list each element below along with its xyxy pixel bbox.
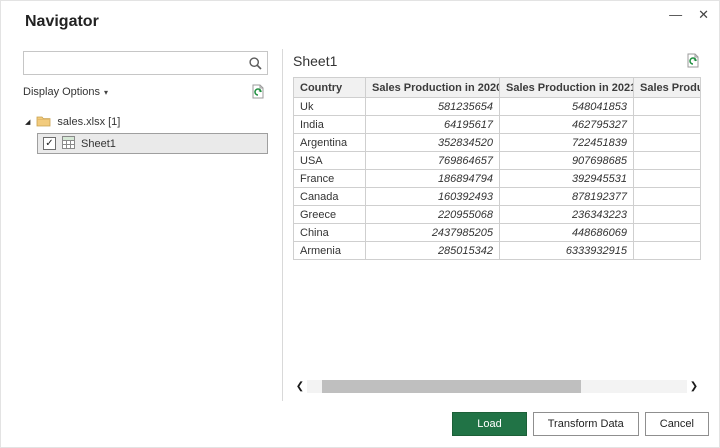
refresh-icon[interactable] <box>250 84 266 100</box>
value-cell: 392945531 <box>499 169 634 188</box>
value-cell: 6333932915 <box>499 241 634 260</box>
value-cell: 448686069 <box>499 223 634 242</box>
scroll-right-icon[interactable]: ❯ <box>687 379 701 394</box>
sheet1-checkbox[interactable]: ✓ <box>43 137 56 150</box>
search-input[interactable] <box>24 52 267 74</box>
scrollbar-track[interactable] <box>307 380 687 393</box>
display-options-label: Display Options <box>23 86 101 98</box>
minimize-icon[interactable]: — <box>669 7 682 23</box>
horizontal-scrollbar[interactable]: ❮ ❯ <box>293 379 701 394</box>
search-box <box>23 51 268 75</box>
close-icon[interactable]: ✕ <box>698 7 709 23</box>
table-row[interactable]: Uk 581235654 548041853 <box>293 97 700 116</box>
table-row[interactable]: India 64195617 462795327 <box>293 115 700 134</box>
country-cell: Greece <box>293 205 366 224</box>
value-cell <box>633 205 700 224</box>
table-row[interactable]: China 2437985205 448686069 <box>293 223 700 242</box>
search-icon[interactable] <box>248 56 263 71</box>
value-cell <box>633 223 700 242</box>
value-cell: 769864657 <box>365 151 500 170</box>
tree-item-workbook[interactable]: ◢ sales.xlsx [1] <box>23 112 268 132</box>
column-header[interactable]: Country <box>293 77 366 98</box>
value-cell: 186894794 <box>365 169 500 188</box>
value-cell <box>633 241 700 260</box>
country-cell: Armenia <box>293 241 366 260</box>
panel-divider <box>282 49 283 401</box>
chevron-down-icon: ▾ <box>104 87 109 97</box>
value-cell: 581235654 <box>365 97 500 116</box>
country-cell: Uk <box>293 97 366 116</box>
table-row[interactable]: Greece 220955068 236343223 <box>293 205 700 224</box>
value-cell: 907698685 <box>499 151 634 170</box>
transform-data-button[interactable]: Transform Data <box>532 412 639 436</box>
value-cell <box>633 97 700 116</box>
value-cell <box>633 169 700 188</box>
navigator-tree: ◢ sales.xlsx [1] ✓ Sheet1 <box>23 112 268 154</box>
collapse-expander-icon[interactable]: ◢ <box>25 118 30 126</box>
navigator-sidebar: Display Options ▾ ◢ sales.xlsx [1] ✓ She… <box>23 51 268 154</box>
navigator-dialog: Navigator — ✕ Display Options ▾ ◢ sales.… <box>0 0 720 448</box>
value-cell: 878192377 <box>499 187 634 206</box>
value-cell <box>633 151 700 170</box>
country-cell: India <box>293 115 366 134</box>
folder-icon <box>36 115 51 130</box>
preview-header: Sheet1 <box>293 53 701 69</box>
preview-panel: Sheet1 Country Sales Production in 2020 Sa… <box>293 53 701 260</box>
scrollbar-thumb[interactable] <box>322 380 581 393</box>
workbook-label: sales.xlsx [1] <box>57 116 121 128</box>
value-cell: 2437985205 <box>365 223 500 242</box>
options-row: Display Options ▾ <box>23 84 268 100</box>
value-cell: 160392493 <box>365 187 500 206</box>
value-cell <box>633 187 700 206</box>
table-row[interactable]: Canada 160392493 878192377 <box>293 187 700 206</box>
table-row[interactable]: USA 769864657 907698685 <box>293 151 700 170</box>
preview-title: Sheet1 <box>293 53 338 69</box>
page-title: Navigator <box>25 13 99 30</box>
value-cell: 236343223 <box>499 205 634 224</box>
load-button[interactable]: Load <box>452 412 527 436</box>
sheet1-label: Sheet1 <box>81 137 116 150</box>
value-cell: 64195617 <box>365 115 500 134</box>
cancel-button[interactable]: Cancel <box>644 412 709 436</box>
scroll-left-icon[interactable]: ❮ <box>293 379 307 394</box>
footer-buttons: Load Transform Data Cancel <box>452 412 709 436</box>
column-header[interactable]: Sales Production <box>633 77 700 98</box>
country-cell: France <box>293 169 366 188</box>
value-cell: 548041853 <box>499 97 634 116</box>
table-row[interactable]: Argentina 352834520 722451839 <box>293 133 700 152</box>
value-cell <box>633 115 700 134</box>
tree-item-sheet1[interactable]: ✓ Sheet1 <box>37 133 268 154</box>
header-row: Country Sales Production in 2020 Sales Pro… <box>293 77 700 98</box>
country-cell: Canada <box>293 187 366 206</box>
display-options-dropdown[interactable]: Display Options ▾ <box>23 86 108 98</box>
column-header[interactable]: Sales Production in 2021 <box>499 77 634 98</box>
refresh-preview-icon[interactable] <box>685 53 701 69</box>
preview-table-wrap: Country Sales Production in 2020 Sales Pro… <box>293 77 701 260</box>
window-controls: — ✕ <box>669 7 709 23</box>
sheet-icon <box>62 135 75 152</box>
value-cell: 722451839 <box>499 133 634 152</box>
country-cell: USA <box>293 151 366 170</box>
value-cell <box>633 133 700 152</box>
value-cell: 352834520 <box>365 133 500 152</box>
value-cell: 220955068 <box>365 205 500 224</box>
preview-table: Country Sales Production in 2020 Sales Pro… <box>293 77 700 260</box>
table-row[interactable]: France 186894794 392945531 <box>293 169 700 188</box>
column-header[interactable]: Sales Production in 2020 <box>365 77 500 98</box>
country-cell: China <box>293 223 366 242</box>
value-cell: 462795327 <box>499 115 634 134</box>
table-row[interactable]: Armenia 285015342 6333932915 <box>293 241 700 260</box>
country-cell: Argentina <box>293 133 366 152</box>
value-cell: 285015342 <box>365 241 500 260</box>
